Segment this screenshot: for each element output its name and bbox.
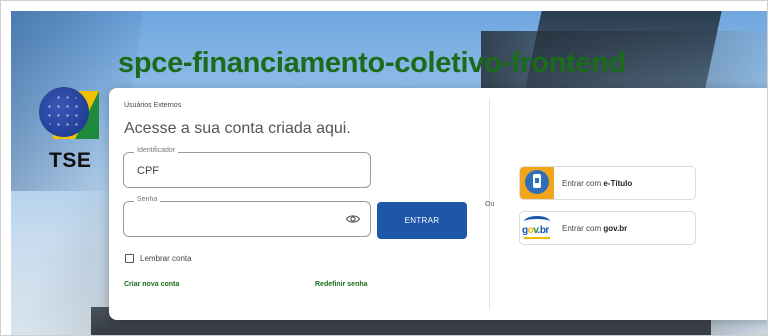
etitulo-login-label: Entrar com e-Título bbox=[562, 179, 633, 188]
password-field[interactable]: Senha bbox=[123, 196, 371, 237]
e-titulo-icon bbox=[520, 167, 554, 199]
eye-icon[interactable] bbox=[346, 213, 360, 225]
app-title: spce-financiamento-coletivo-frontend bbox=[118, 47, 627, 79]
login-card: Usuários Externos Acesse a sua conta cri… bbox=[109, 88, 767, 320]
identifier-field[interactable]: Identificador CPF bbox=[123, 147, 371, 188]
identifier-legend: Identificador bbox=[134, 147, 179, 154]
govbr-login-button[interactable]: gov.br Entrar com gov.br bbox=[519, 211, 696, 245]
login-button[interactable]: ENTRAR bbox=[377, 202, 467, 239]
logo-text: TSE bbox=[49, 149, 92, 172]
password-legend: Senha bbox=[134, 196, 161, 203]
logo-stars bbox=[45, 93, 83, 131]
remember-label: Lembrar conta bbox=[140, 254, 192, 263]
create-account-link[interactable]: Criar nova conta bbox=[124, 281, 179, 288]
etitulo-login-button[interactable]: Entrar com e-Título bbox=[519, 166, 696, 200]
remember-account[interactable]: Lembrar conta bbox=[125, 254, 192, 263]
remember-checkbox[interactable] bbox=[125, 254, 134, 263]
login-heading: Acesse a sua conta criada aqui. bbox=[124, 120, 351, 137]
browser-viewport: spce-financiamento-coletivo-frontend TSE… bbox=[0, 0, 768, 336]
identifier-value: CPF bbox=[137, 165, 159, 177]
govbr-login-label: Entrar com gov.br bbox=[562, 224, 628, 233]
govbr-icon: gov.br bbox=[522, 216, 554, 240]
user-type-label: Usuários Externos bbox=[124, 102, 182, 109]
reset-password-link[interactable]: Redefinir senha bbox=[315, 281, 368, 288]
tse-logo: TSE bbox=[39, 87, 103, 177]
or-separator: Ou bbox=[485, 201, 495, 208]
